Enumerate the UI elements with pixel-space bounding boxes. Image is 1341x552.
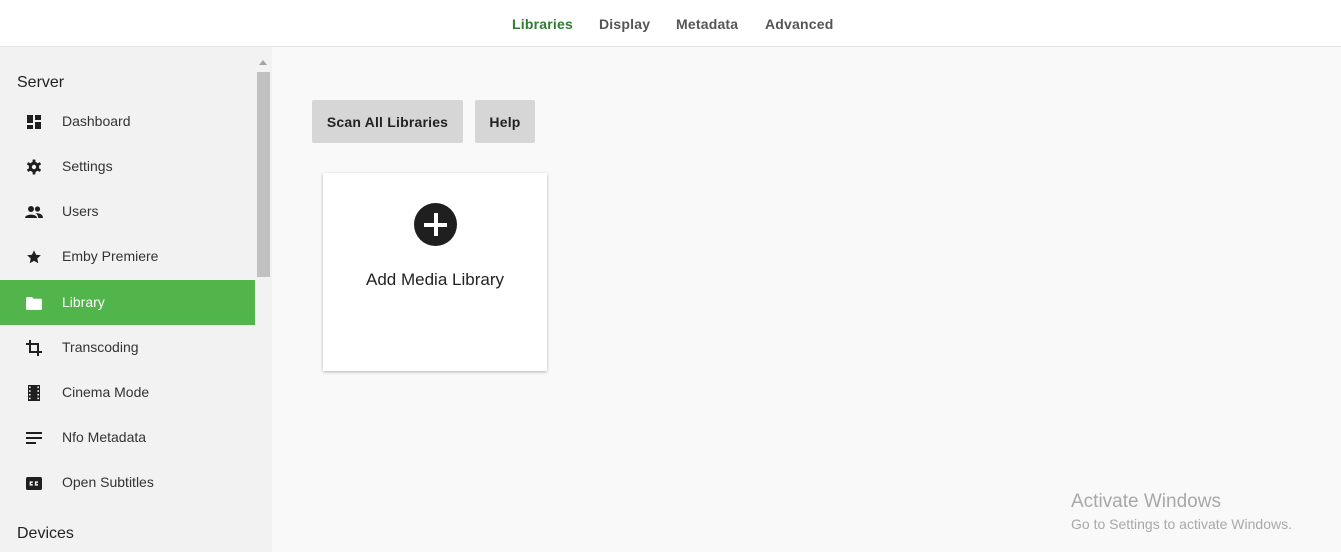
sidebar-item-label: Emby Premiere	[62, 248, 159, 264]
sidebar-item-emby-premiere[interactable]: Emby Premiere	[0, 234, 255, 279]
sidebar-item-label: Cinema Mode	[62, 384, 150, 400]
add-media-library-card[interactable]: Add Media Library	[323, 173, 547, 371]
section-title-server: Server	[17, 74, 65, 91]
folder-icon	[25, 294, 43, 312]
sidebar: Server Dashboard Settings Users Emby Pre…	[0, 47, 272, 552]
tab-advanced[interactable]: Advanced	[765, 16, 834, 32]
watermark-title: Activate Windows	[1071, 491, 1221, 512]
sidebar-item-transcoding[interactable]: Transcoding	[0, 325, 255, 370]
tab-libraries[interactable]: Libraries	[512, 16, 573, 32]
sidebar-item-library[interactable]: Library	[0, 280, 255, 325]
watermark-subtitle: Go to Settings to activate Windows.	[1071, 516, 1292, 532]
activate-windows-watermark: Activate Windows Go to Settings to activ…	[1071, 491, 1292, 532]
sidebar-item-cinema-mode[interactable]: Cinema Mode	[0, 370, 255, 415]
sidebar-item-settings[interactable]: Settings	[0, 144, 255, 189]
sidebar-item-label: Users	[62, 203, 99, 219]
top-bar: Libraries Display Metadata Advanced	[0, 0, 1341, 47]
sidebar-item-dashboard[interactable]: Dashboard	[0, 99, 255, 144]
sidebar-scrollbar-thumb[interactable]	[257, 72, 270, 277]
dashboard-icon	[25, 113, 43, 131]
crop-icon	[25, 339, 43, 357]
help-button[interactable]: Help	[475, 100, 535, 143]
sidebar-item-users[interactable]: Users	[0, 189, 255, 234]
scroll-up-arrow-icon[interactable]	[259, 60, 267, 65]
scan-all-libraries-button[interactable]: Scan All Libraries	[312, 100, 463, 143]
add-media-library-label: Add Media Library	[366, 270, 504, 289]
sidebar-item-label: Transcoding	[62, 339, 139, 355]
gear-icon	[25, 158, 43, 176]
sidebar-item-label: Library	[62, 294, 105, 310]
tab-metadata[interactable]: Metadata	[676, 16, 738, 32]
sidebar-item-label: Dashboard	[62, 113, 131, 129]
film-icon	[25, 384, 43, 402]
star-icon	[25, 248, 43, 266]
sidebar-item-open-subtitles[interactable]: Open Subtitles	[0, 460, 255, 505]
section-title-devices: Devices	[17, 525, 74, 542]
closed-caption-icon	[25, 474, 43, 492]
sidebar-item-label: Open Subtitles	[62, 474, 154, 490]
add-circle-icon	[414, 203, 457, 246]
notes-icon	[25, 429, 43, 447]
sidebar-item-label: Settings	[62, 158, 113, 174]
people-icon	[25, 203, 43, 221]
sidebar-item-nfo-metadata[interactable]: Nfo Metadata	[0, 415, 255, 460]
tab-bar: Libraries Display Metadata Advanced	[0, 0, 1341, 47]
sidebar-item-label: Nfo Metadata	[62, 429, 147, 445]
tab-display[interactable]: Display	[599, 16, 650, 32]
